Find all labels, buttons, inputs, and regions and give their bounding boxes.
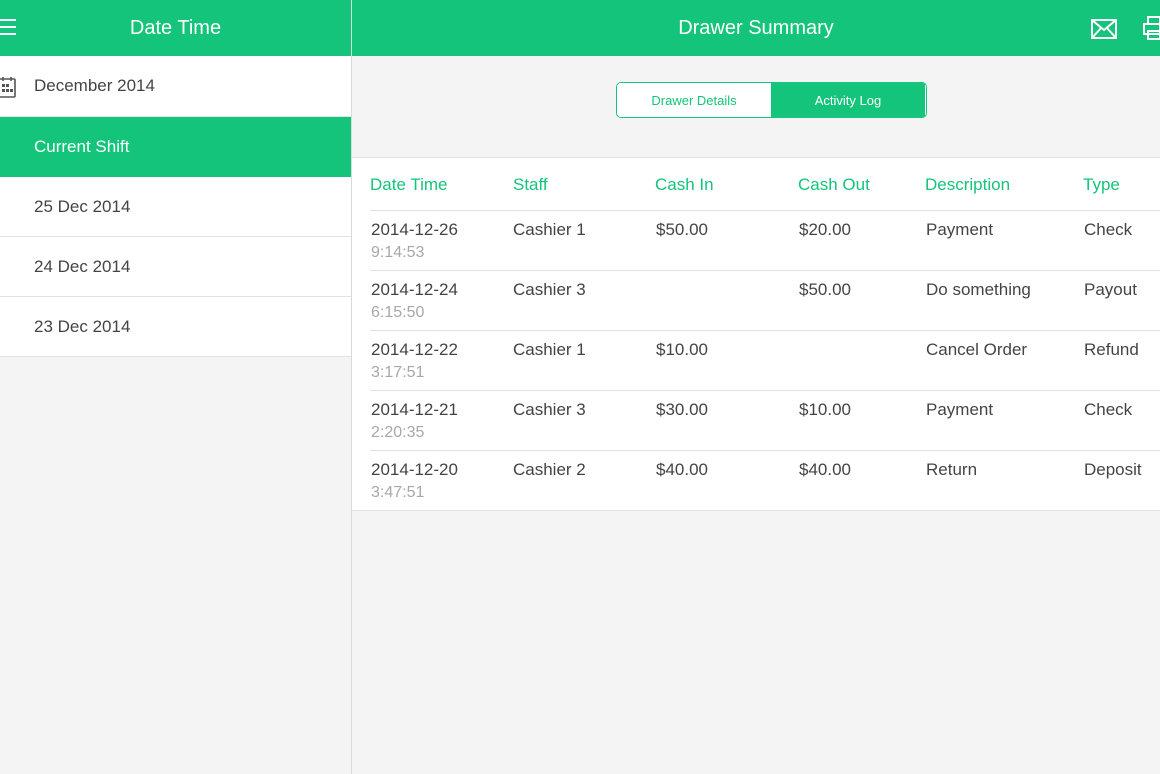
table-row[interactable]: 2014-12-21 2:20:35 Cashier 3 $30.00 $10.… (370, 390, 1160, 450)
drawer-summary-panel: Drawer Summary Drawer Details Activity L… (352, 0, 1160, 774)
sidebar-item-label: December 2014 (34, 76, 155, 95)
sidebar-header: Date Time (0, 0, 351, 56)
column-header-date-time[interactable]: Date Time (370, 175, 447, 195)
row-cash-out: $40.00 (799, 460, 851, 479)
row-date: 2014-12-20 (371, 460, 458, 479)
tab-activity-log[interactable]: Activity Log (771, 83, 925, 117)
table-row[interactable]: 2014-12-24 6:15:50 Cashier 3 $50.00 Do s… (370, 270, 1160, 330)
table-row[interactable]: 2014-12-26 9:14:53 Cashier 1 $50.00 $20.… (370, 210, 1160, 270)
sidebar-item-december-2014[interactable]: December 2014 (0, 56, 351, 117)
sidebar-item-24-dec-2014[interactable]: 24 Dec 2014 (0, 237, 351, 297)
table-row[interactable]: 2014-12-20 3:47:51 Cashier 2 $40.00 $40.… (370, 450, 1160, 510)
row-description: Payment (926, 400, 994, 419)
sidebar-item-25-dec-2014[interactable]: 25 Dec 2014 (0, 177, 351, 237)
column-header-staff[interactable]: Staff (513, 175, 548, 195)
row-time: 3:47:51 (371, 484, 425, 501)
row-type: Refund (1084, 340, 1139, 359)
row-time: 6:15:50 (371, 304, 425, 321)
print-icon[interactable] (1143, 16, 1160, 46)
row-description: Cancel Order (926, 340, 1028, 359)
column-header-type[interactable]: Type (1083, 175, 1120, 195)
column-header-cash-out[interactable]: Cash Out (798, 175, 870, 195)
view-segmented-control: Drawer Details Activity Log (616, 82, 927, 118)
sidebar-item-current-shift[interactable]: Current Shift (0, 117, 351, 177)
menu-icon[interactable] (0, 19, 16, 35)
table-row[interactable]: 2014-12-22 3:17:51 Cashier 1 $10.00 Canc… (370, 330, 1160, 390)
row-cash-out: $20.00 (799, 220, 851, 239)
mail-icon[interactable] (1091, 19, 1117, 45)
row-cash-out: $50.00 (799, 280, 851, 299)
row-description: Return (926, 460, 978, 479)
tab-drawer-details[interactable]: Drawer Details (617, 83, 771, 117)
row-cash-in: $30.00 (656, 400, 708, 419)
row-type: Deposit (1084, 460, 1142, 479)
sidebar-item-label: 24 Dec 2014 (34, 256, 131, 276)
row-time: 3:17:51 (371, 364, 425, 381)
row-date: 2014-12-26 (371, 220, 458, 239)
row-date: 2014-12-24 (371, 280, 458, 299)
column-header-cash-in[interactable]: Cash In (655, 175, 714, 195)
row-type: Check (1084, 400, 1133, 419)
row-time: 9:14:53 (371, 244, 425, 261)
column-header-description[interactable]: Description (925, 175, 1010, 195)
sidebar-item-label: Current Shift (34, 137, 130, 156)
activity-log-table: Date Time Staff Cash In Cash Out Descrip… (352, 157, 1160, 511)
row-cash-out: $10.00 (799, 400, 851, 419)
row-date: 2014-12-21 (371, 400, 458, 419)
date-list: December 2014 Current Shift 25 Dec 2014 … (0, 56, 351, 357)
row-cash-in: $40.00 (656, 460, 708, 479)
row-type: Check (1084, 220, 1133, 239)
row-staff: Cashier 3 (513, 400, 586, 419)
row-cash-in: $10.00 (656, 340, 708, 359)
row-type: Payout (1084, 280, 1137, 299)
row-staff: Cashier 2 (513, 460, 586, 479)
main-header: Drawer Summary (352, 0, 1160, 56)
table-header: Date Time Staff Cash In Cash Out Descrip… (352, 158, 1160, 210)
row-time: 2:20:35 (371, 424, 425, 441)
row-staff: Cashier 1 (513, 220, 586, 239)
sidebar-item-23-dec-2014[interactable]: 23 Dec 2014 (0, 297, 351, 357)
row-cash-in: $50.00 (656, 220, 708, 239)
row-date: 2014-12-22 (371, 340, 458, 359)
row-staff: Cashier 1 (513, 340, 586, 359)
row-description: Do something (926, 280, 1031, 299)
row-description: Payment (926, 220, 994, 239)
sidebar-title: Date Time (129, 16, 222, 39)
sidebar-item-label: 23 Dec 2014 (34, 316, 131, 336)
page-title: Drawer Summary (678, 16, 834, 39)
row-staff: Cashier 3 (513, 280, 586, 299)
calendar-icon (0, 76, 16, 103)
date-sidebar: Date Time December 2014 Current Shift 25… (0, 0, 351, 774)
sidebar-item-label: 25 Dec 2014 (34, 196, 131, 216)
